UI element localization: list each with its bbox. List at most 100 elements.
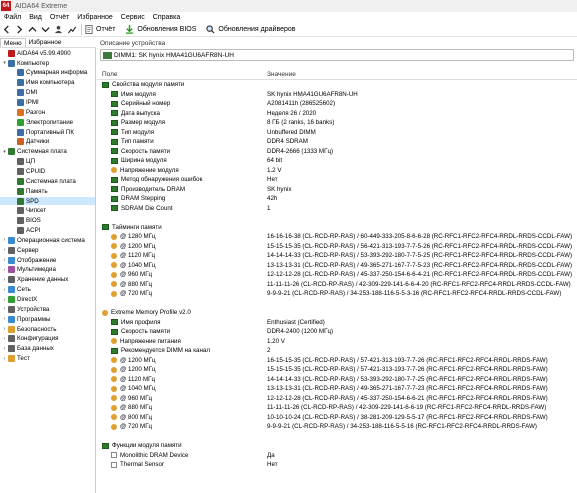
tree-item[interactable]: › Сеть [0, 285, 95, 294]
tree-item[interactable]: › Операционная система [0, 236, 95, 245]
tree-item[interactable]: › Конфигурация [0, 335, 95, 344]
expand-arrow-icon[interactable]: › [1, 297, 8, 303]
property-row[interactable]: Размер модуля 8 ГБ (2 ranks, 16 banks) [97, 118, 577, 127]
tree-item[interactable]: CPUID [0, 167, 95, 176]
checkbox-icon[interactable] [111, 452, 117, 458]
tree-item[interactable]: IPMI [0, 98, 95, 107]
property-row[interactable]: @ 1200 МГц 16-15-15-35 (CL-RCD-RP-RAS) / … [97, 356, 577, 365]
expand-arrow-icon[interactable]: › [1, 267, 8, 273]
checkbox-icon[interactable] [111, 461, 117, 468]
property-row[interactable]: @ 1120 МГц 14-14-14-33 (CL-RCD-RP-RAS) / … [97, 251, 577, 260]
expand-arrow-icon[interactable]: › [1, 306, 8, 312]
expand-arrow-icon[interactable]: › [1, 237, 8, 243]
property-row[interactable]: Дата выпуска Неделя 26 / 2020 [97, 109, 577, 118]
tree-item[interactable]: AIDA64 v5.99.4900 [0, 49, 95, 58]
section-row[interactable]: Свойства модуля памяти [97, 80, 577, 89]
property-row[interactable]: @ 720 МГц 9-9-9-21 (CL-RCD-RP-RAS) / 34-2… [97, 289, 577, 298]
tree-item[interactable]: Системная плата [0, 177, 95, 186]
tree-item[interactable]: ЦП [0, 157, 95, 166]
device-description-box[interactable]: DIMM1: SK hynix HMA41GU6AFR8N-UH [100, 49, 574, 61]
tree-item[interactable]: › Отображение [0, 256, 95, 265]
property-row[interactable]: Имя модуля SK hynix HMA41GU6AFR8N-UH [97, 90, 577, 99]
tree-item[interactable]: Имя компьютера [0, 79, 95, 88]
expand-arrow-icon[interactable]: › [1, 287, 8, 293]
section-row[interactable]: Функции модуля памяти [97, 441, 577, 450]
property-row[interactable]: Скорость памяти DDR4-2400 (1200 МГц) [97, 327, 577, 336]
expand-arrow-icon[interactable]: › [1, 326, 8, 332]
tree-item[interactable]: ▾ Системная плата [0, 148, 95, 157]
menu-favorites[interactable]: Избранное [77, 14, 112, 21]
expand-arrow-icon[interactable]: › [1, 257, 8, 263]
tree-item[interactable]: › Тест [0, 354, 95, 363]
tree-item[interactable]: › Безопасность [0, 325, 95, 334]
property-row[interactable]: Рекомендуется DIMM на канал 2 [97, 346, 577, 355]
expand-arrow-icon[interactable]: › [1, 316, 8, 322]
property-row[interactable]: Имя профиля Enthusiast (Certified) [97, 318, 577, 327]
property-row[interactable]: Производитель DRAM SK hynix [97, 185, 577, 194]
property-row[interactable]: @ 1200 МГц 15-15-15-35 (CL-RCD-RP-RAS) / … [97, 242, 577, 251]
tree-item[interactable]: › DirectX [0, 295, 95, 304]
expand-arrow-icon[interactable]: › [1, 247, 8, 253]
property-row[interactable]: @ 1040 МГц 13-13-13-31 (CL-RCD-RP-RAS) / … [97, 261, 577, 270]
property-row[interactable]: @ 1120 МГц 14-14-14-33 (CL-RCD-RP-RAS) / … [97, 375, 577, 384]
expand-arrow-icon[interactable]: ▾ [1, 149, 8, 155]
menu-help[interactable]: Справка [153, 14, 180, 21]
property-row[interactable]: Серийный номер A2081411h (286525602) [97, 99, 577, 108]
property-row[interactable]: @ 800 МГц 10-10-10-24 (CL-RCD-RP-RAS) / 3… [97, 413, 577, 422]
property-row[interactable]: Метод обнаружения ошибок Нет [97, 175, 577, 184]
expand-arrow-icon[interactable]: ▾ [1, 60, 8, 66]
property-row[interactable]: Скорость памяти DDR4-2666 (1333 МГц) [97, 147, 577, 156]
tree-item[interactable]: Разгон [0, 108, 95, 117]
tree-item[interactable]: Портативный ПК [0, 128, 95, 137]
property-row[interactable]: Ширина модуля 64 bit [97, 156, 577, 165]
property-row[interactable]: @ 960 МГц 12-12-12-28 (CL-RCD-RP-RAS) / 4… [97, 394, 577, 403]
expand-arrow-icon[interactable]: › [1, 277, 8, 283]
down-icon[interactable] [39, 23, 52, 36]
tree-item[interactable]: DMI [0, 88, 95, 97]
back-icon[interactable] [0, 23, 13, 36]
property-row[interactable]: DRAM Stepping 42h [97, 194, 577, 203]
user-icon[interactable] [52, 23, 65, 36]
property-row[interactable]: @ 1200 МГц 15-15-15-35 (CL-RCD-RP-RAS) / … [97, 365, 577, 374]
tab-favorites[interactable]: Избранное [26, 38, 65, 47]
tree-item[interactable]: Память [0, 187, 95, 196]
menu-view[interactable]: Вид [29, 14, 42, 21]
property-row[interactable]: SDRAM Die Count 1 [97, 204, 577, 213]
property-row[interactable]: Тип модуля Unbuffered DIMM [97, 128, 577, 137]
tree-item[interactable]: Электропитание [0, 118, 95, 127]
tree-item[interactable]: Датчики [0, 138, 95, 147]
tree-item[interactable]: SPD [0, 196, 95, 206]
tree-item[interactable]: ▾ Компьютер [0, 59, 95, 68]
property-row[interactable]: Напряжение питания 1.20 V [97, 337, 577, 346]
tree-item[interactable]: › Мультимедиа [0, 266, 95, 275]
tree-item[interactable]: Суммарная информа [0, 69, 95, 78]
section-row[interactable]: Тайминги памяти [97, 223, 577, 232]
tree-item[interactable]: Чипсет [0, 207, 95, 216]
forward-icon[interactable] [13, 23, 26, 36]
expand-arrow-icon[interactable]: › [1, 336, 8, 342]
property-row[interactable]: @ 1280 МГц 16-16-16-38 (CL-RCD-RP-RAS) / … [97, 232, 577, 241]
expand-arrow-icon[interactable]: › [1, 346, 8, 352]
tree-item[interactable]: › Устройства [0, 305, 95, 314]
tree-item[interactable]: BIOS [0, 216, 95, 225]
column-value[interactable]: Значение [267, 71, 296, 78]
property-row[interactable]: Тип памяти DDR4 SDRAM [97, 137, 577, 146]
report-button[interactable]: Отчёт [85, 25, 115, 34]
column-field[interactable]: Поле [102, 71, 118, 78]
chart-icon[interactable] [65, 23, 78, 36]
menu-report[interactable]: Отчёт [50, 14, 69, 21]
property-row[interactable]: @ 1040 МГц 13-13-13-31 (CL-RCD-RP-RAS) / … [97, 384, 577, 393]
section-row[interactable]: Extreme Memory Profile v2.0 [97, 308, 577, 317]
expand-arrow-icon[interactable]: › [1, 356, 8, 362]
tree-item[interactable]: › Программы [0, 315, 95, 324]
property-row[interactable]: Thermal Sensor Нет [97, 460, 577, 469]
tree-item[interactable]: › База данных [0, 345, 95, 354]
menu-file[interactable]: Файл [4, 14, 21, 21]
menu-tools[interactable]: Сервис [121, 14, 145, 21]
tab-menu[interactable]: Меню [0, 38, 26, 47]
tree-item[interactable]: ACPI [0, 226, 95, 235]
property-row[interactable]: @ 720 МГц 9-9-9-21 (CL-RCD-RP-RAS) / 34-2… [97, 422, 577, 431]
property-row[interactable]: Напряжение модуля 1.2 V [97, 166, 577, 175]
driver-update-button[interactable]: Обновления драйверов [206, 25, 296, 34]
tree-item[interactable]: › Сервер [0, 246, 95, 255]
